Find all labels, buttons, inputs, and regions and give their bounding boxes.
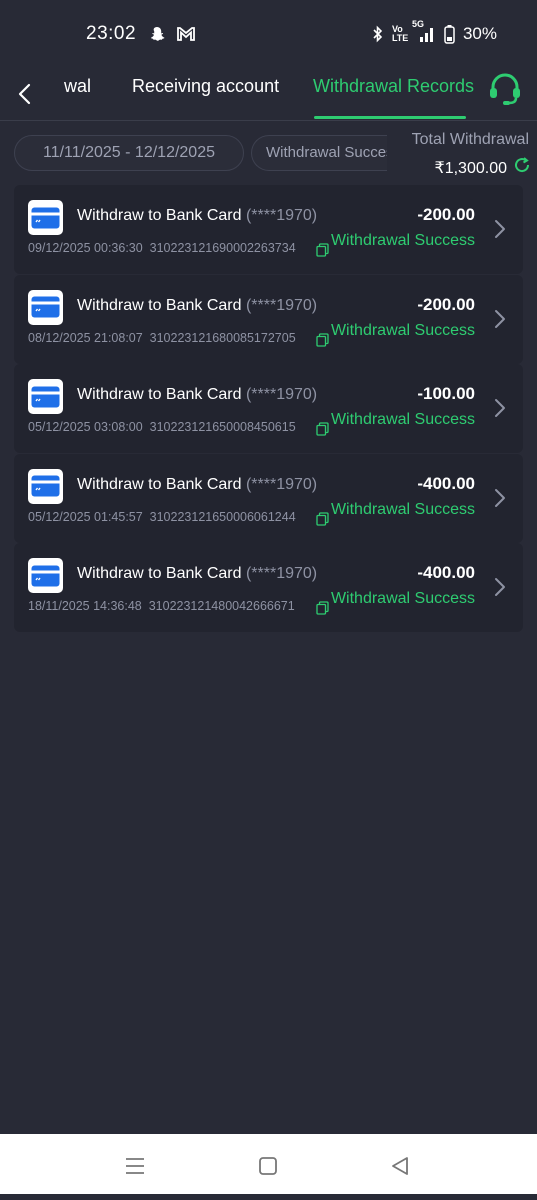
bottom-strip <box>0 1194 537 1200</box>
menu-icon[interactable] <box>124 1156 146 1181</box>
system-navigation-bar <box>0 1134 537 1194</box>
tab-withdrawal[interactable]: wal <box>64 76 91 97</box>
record-order-id: 310223121680085172705 <box>149 330 296 345</box>
record-title: Withdraw to Bank Card (****1970) <box>77 476 317 494</box>
record-datetime: 05/12/2025 01:45:57 <box>28 509 143 524</box>
record-datetime: 18/11/2025 14:36:48 <box>28 599 142 614</box>
record-meta: 18/11/2025 14:36:48 31022312148004266667… <box>28 599 295 613</box>
record-title: Withdraw to Bank Card (****1970) <box>77 297 317 315</box>
record-datetime: 05/12/2025 03:08:00 <box>28 420 143 435</box>
filter-row: 11/11/2025 - 12/12/2025 Withdrawal Succe… <box>0 122 537 184</box>
nav-divider <box>0 120 537 121</box>
volte-indicator: Vo LTE <box>391 24 409 43</box>
record-amount: -100.00 <box>417 384 475 404</box>
battery-icon <box>444 24 455 44</box>
gmail-icon <box>176 26 196 42</box>
bank-card-icon <box>28 468 63 504</box>
record-row[interactable]: Withdraw to Bank Card (****1970) 05/12/2… <box>14 364 523 454</box>
record-meta: 09/12/2025 00:36:30 31022312169000226373… <box>28 241 296 255</box>
top-navigation: wal Receiving account Withdrawal Records <box>0 68 537 120</box>
withdrawal-records-list: Withdraw to Bank Card (****1970) 09/12/2… <box>14 185 523 633</box>
bank-card-icon <box>28 558 63 594</box>
bluetooth-icon <box>372 25 384 43</box>
record-status: Withdrawal Success <box>330 590 475 608</box>
total-withdrawal-amount: ₹1,300.00 <box>434 159 507 177</box>
record-amount: -200.00 <box>417 205 475 224</box>
record-row[interactable]: Withdraw to Bank Card (****1970) 08/12/2… <box>14 274 523 364</box>
record-title: Withdraw to Bank Card (****1970) <box>77 207 317 225</box>
record-status: Withdrawal Success <box>330 500 475 518</box>
record-row[interactable]: Withdraw to Bank Card (****1970) 09/12/2… <box>14 185 523 274</box>
record-row[interactable]: Withdraw to Bank Card (****1970) 05/12/2… <box>14 453 523 543</box>
status-right: Vo LTE 5G 30% <box>372 19 497 44</box>
refresh-icon[interactable] <box>513 156 531 179</box>
battery-percent: 30% <box>462 24 497 43</box>
record-order-id: 310223121650008450615 <box>149 420 296 435</box>
record-card-number: (****1970) <box>245 475 318 493</box>
total-withdrawal: ₹1,300.00 <box>435 156 531 179</box>
chevron-right-icon[interactable] <box>493 575 507 599</box>
record-title-text: Withdraw to Bank Card <box>77 565 242 583</box>
snapchat-ghost-icon <box>148 25 166 43</box>
tab-receiving-account[interactable]: Receiving account <box>132 76 279 97</box>
record-amount: -400.00 <box>417 473 475 493</box>
signal-icon: 5G <box>412 19 436 43</box>
record-title: Withdraw to Bank Card (****1970) <box>77 386 317 404</box>
record-order-id: 310223121650006061244 <box>149 509 296 524</box>
record-title-text: Withdraw to Bank Card <box>77 475 242 493</box>
record-datetime: 08/12/2025 21:08:07 <box>28 330 143 345</box>
back-arrow-icon[interactable] <box>14 78 38 108</box>
record-title-text: Withdraw to Bank Card <box>77 207 242 224</box>
record-meta: 08/12/2025 21:08:07 31022312168008517270… <box>28 331 296 345</box>
tab-withdrawal-records[interactable]: Withdrawal Records <box>313 76 474 97</box>
headset-support-icon[interactable] <box>486 72 524 108</box>
record-row[interactable]: Withdraw to Bank Card (****1970) 18/11/2… <box>14 543 523 633</box>
record-title-text: Withdraw to Bank Card <box>77 386 242 404</box>
copy-icon[interactable] <box>316 243 330 257</box>
status-filter[interactable]: Withdrawal Success <box>251 135 387 171</box>
network-type: 5G <box>411 19 424 29</box>
back-triangle-icon[interactable] <box>390 1156 410 1181</box>
chevron-right-icon[interactable] <box>493 396 507 420</box>
record-title: Withdraw to Bank Card (****1970) <box>77 565 317 583</box>
date-range-filter[interactable]: 11/11/2025 - 12/12/2025 <box>14 135 244 171</box>
chevron-right-icon[interactable] <box>493 217 507 241</box>
record-amount: -400.00 <box>417 563 475 583</box>
bank-card-icon <box>28 289 63 325</box>
copy-icon[interactable] <box>316 422 330 436</box>
record-status: Withdrawal Success <box>330 411 475 429</box>
home-square-icon[interactable] <box>258 1156 278 1181</box>
record-card-number: (****1970) <box>245 296 318 314</box>
record-card-number: (****1970) <box>245 565 318 583</box>
copy-icon[interactable] <box>316 332 330 347</box>
record-status: Withdrawal Success <box>330 232 475 249</box>
record-datetime: 09/12/2025 00:36:30 <box>28 241 143 255</box>
record-meta: 05/12/2025 01:45:57 31022312165000606124… <box>28 510 296 524</box>
copy-icon[interactable] <box>316 512 330 526</box>
record-order-id: 310223121690002263734 <box>149 241 296 255</box>
record-card-number: (****1970) <box>245 207 318 224</box>
bank-card-icon <box>28 379 63 415</box>
active-tab-indicator <box>314 116 466 119</box>
status-bar: 23:02 Vo LTE 5G 30% <box>0 0 537 68</box>
chevron-right-icon[interactable] <box>493 486 507 510</box>
record-order-id: 310223121480042666671 <box>148 599 295 614</box>
record-card-number: (****1970) <box>245 386 318 404</box>
chevron-right-icon[interactable] <box>493 307 507 331</box>
copy-icon[interactable] <box>316 601 330 616</box>
record-amount: -200.00 <box>417 294 475 314</box>
record-meta: 05/12/2025 03:08:00 31022312165000845061… <box>28 420 296 434</box>
total-withdrawal-label: Total Withdrawal <box>411 131 529 148</box>
bank-card-icon <box>28 200 63 235</box>
notification-icons <box>148 25 196 43</box>
record-title-text: Withdraw to Bank Card <box>77 296 242 314</box>
record-status: Withdrawal Success <box>330 321 475 339</box>
status-time: 23:02 <box>86 23 137 44</box>
